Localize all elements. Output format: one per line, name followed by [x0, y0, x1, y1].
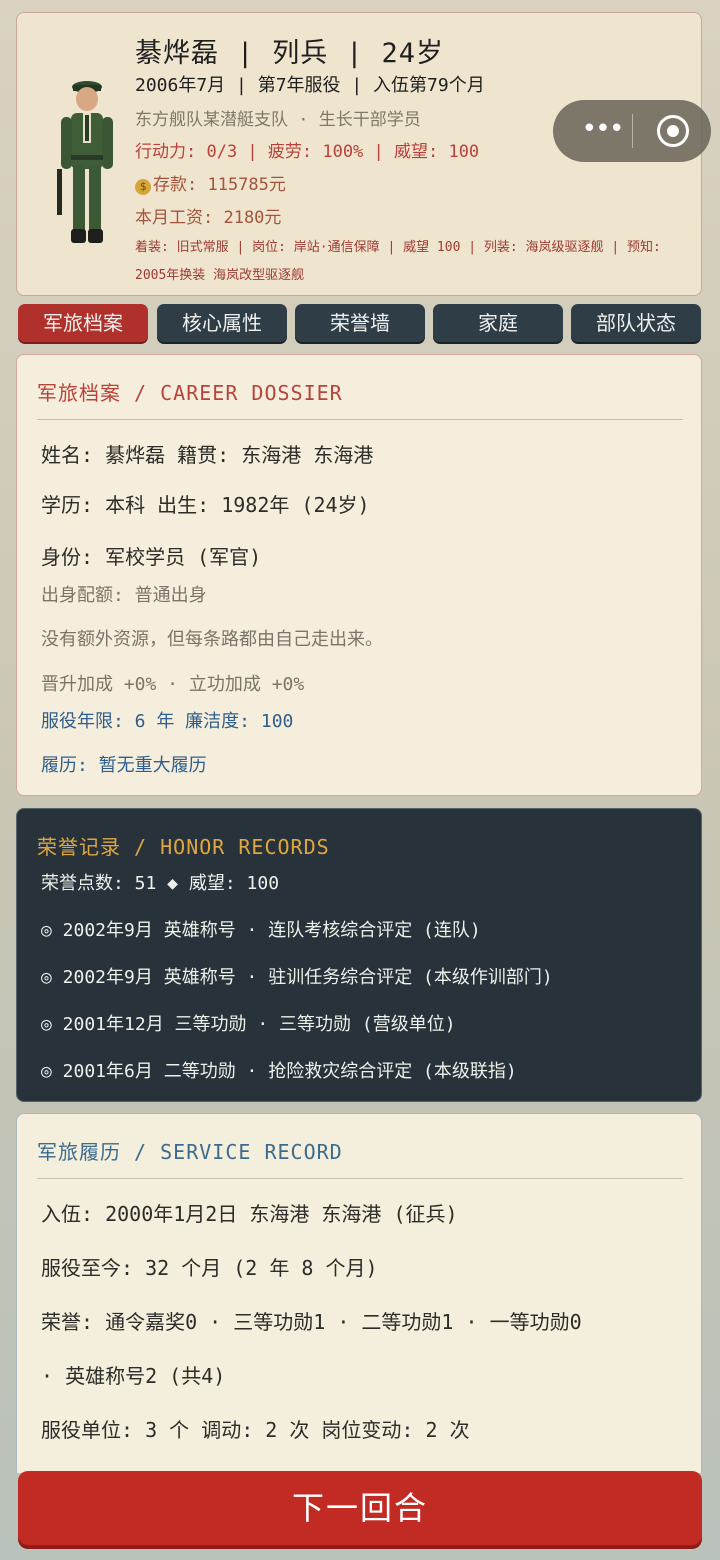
honor-record-item: ◎ 2001年6月 二等功勋 · 抢险救灾综合评定 (本级联指) — [41, 1061, 517, 1082]
honor-records-panel: 荣誉记录 / HONOR RECORDS 荣誉点数: 51 ◆ 威望: 100 … — [16, 808, 702, 1102]
honor-record-item: ◎ 2001年12月 三等功勋 · 三等功勋 (营级单位) — [41, 1014, 456, 1035]
service-title: 军旅履历 / SERVICE RECORD — [37, 1140, 343, 1164]
date-service-line: 2006年7月 | 第7年服役 | 入伍第79个月 — [135, 75, 485, 96]
service-record-panel: 军旅履历 / SERVICE RECORD 入伍: 2000年1月2日 东海港 … — [16, 1113, 702, 1473]
service-duration-line: 服役至今: 32 个月 (2 年 8 个月) — [41, 1256, 378, 1280]
name-origin-line: 姓名: 綦烨磊 籍贯: 东海港 东海港 — [41, 443, 374, 467]
history-line: 履历: 暂无重大履历 — [41, 755, 207, 776]
more-menu-icon[interactable]: ••• — [573, 100, 631, 162]
savings-text: 存款: 115785元 — [153, 175, 286, 195]
extra-info-line: 着装: 旧式常服 | 岗位: 岸站·通信保障 | 威望 100 | 列装: 海岚… — [135, 240, 661, 283]
soldier-name: 綦烨磊 — [135, 38, 219, 69]
divider — [37, 419, 683, 420]
tab-bar: 军旅档案 核心属性 荣誉墙 家庭 部队状态 — [18, 304, 702, 344]
soldier-rank: 列兵 — [272, 38, 329, 69]
identity-line: 身份: 军校学员 (军官) — [41, 545, 262, 569]
honor-title: 荣誉记录 / HONOR RECORDS — [37, 835, 330, 859]
honor-record-item: ◎ 2002年9月 英雄称号 · 驻训任务综合评定 (本级作训部门) — [41, 967, 553, 988]
honors-summary-line: 荣誉: 通令嘉奖0 · 三等功勋1 · 二等功勋1 · 一等功勋0 — [41, 1310, 582, 1334]
honors-summary-line-2: · 英雄称号2 (共4) — [41, 1364, 226, 1388]
capsule-divider — [632, 114, 633, 148]
origin-quota-line: 出身配额: 普通出身 — [41, 585, 207, 606]
origin-description: 没有额外资源，但每条路都由自己走出来。 — [41, 629, 383, 650]
units-transfer-line: 服役单位: 3 个 调动: 2 次 岗位变动: 2 次 — [41, 1418, 470, 1442]
honor-record-item: ◎ 2002年9月 英雄称号 · 连队考核综合评定 (连队) — [41, 920, 481, 941]
soldier-age: 24岁 — [381, 38, 445, 69]
miniprogram-capsule: ••• — [553, 100, 711, 162]
bonus-line: 晋升加成 +0% · 立功加成 +0% — [41, 674, 305, 695]
enlist-line: 入伍: 2000年1月2日 东海港 东海港 (征兵) — [41, 1202, 458, 1226]
close-miniprogram-icon[interactable] — [657, 115, 689, 147]
soldier-avatar — [57, 81, 113, 243]
unit-line: 东方舰队某潜艇支队 · 生长干部学员 — [135, 110, 421, 130]
name-rank-age: 綦烨磊 | 列兵 | 24岁 — [135, 38, 445, 69]
next-turn-button[interactable]: 下一回合 — [18, 1471, 702, 1545]
money-bag-icon: $ — [135, 179, 151, 195]
tab-unit-status[interactable]: 部队状态 — [571, 304, 701, 342]
tab-career-dossier[interactable]: 军旅档案 — [18, 304, 148, 342]
status-line: 行动力: 0/3 | 疲劳: 100% | 威望: 100 — [135, 142, 480, 162]
dossier-title: 军旅档案 / CAREER DOSSIER — [37, 381, 343, 405]
savings-line: $ 存款: 115785元 — [135, 170, 286, 195]
honor-points-line: 荣誉点数: 51 ◆ 威望: 100 — [41, 873, 280, 894]
salary-line: 本月工资: 2180元 — [135, 208, 282, 228]
education-birth-line: 学历: 本科 出生: 1982年 (24岁) — [41, 493, 370, 517]
term-integrity-line: 服役年限: 6 年 廉洁度: 100 — [41, 711, 294, 732]
career-dossier-panel: 军旅档案 / CAREER DOSSIER 姓名: 綦烨磊 籍贯: 东海港 东海… — [16, 354, 702, 796]
tab-core-attributes[interactable]: 核心属性 — [157, 304, 287, 342]
tab-family[interactable]: 家庭 — [433, 304, 563, 342]
profile-card: 綦烨磊 | 列兵 | 24岁 2006年7月 | 第7年服役 | 入伍第79个月 东方舰… — [16, 12, 711, 296]
tab-honor-wall[interactable]: 荣誉墙 — [295, 304, 425, 342]
divider — [37, 1178, 683, 1179]
